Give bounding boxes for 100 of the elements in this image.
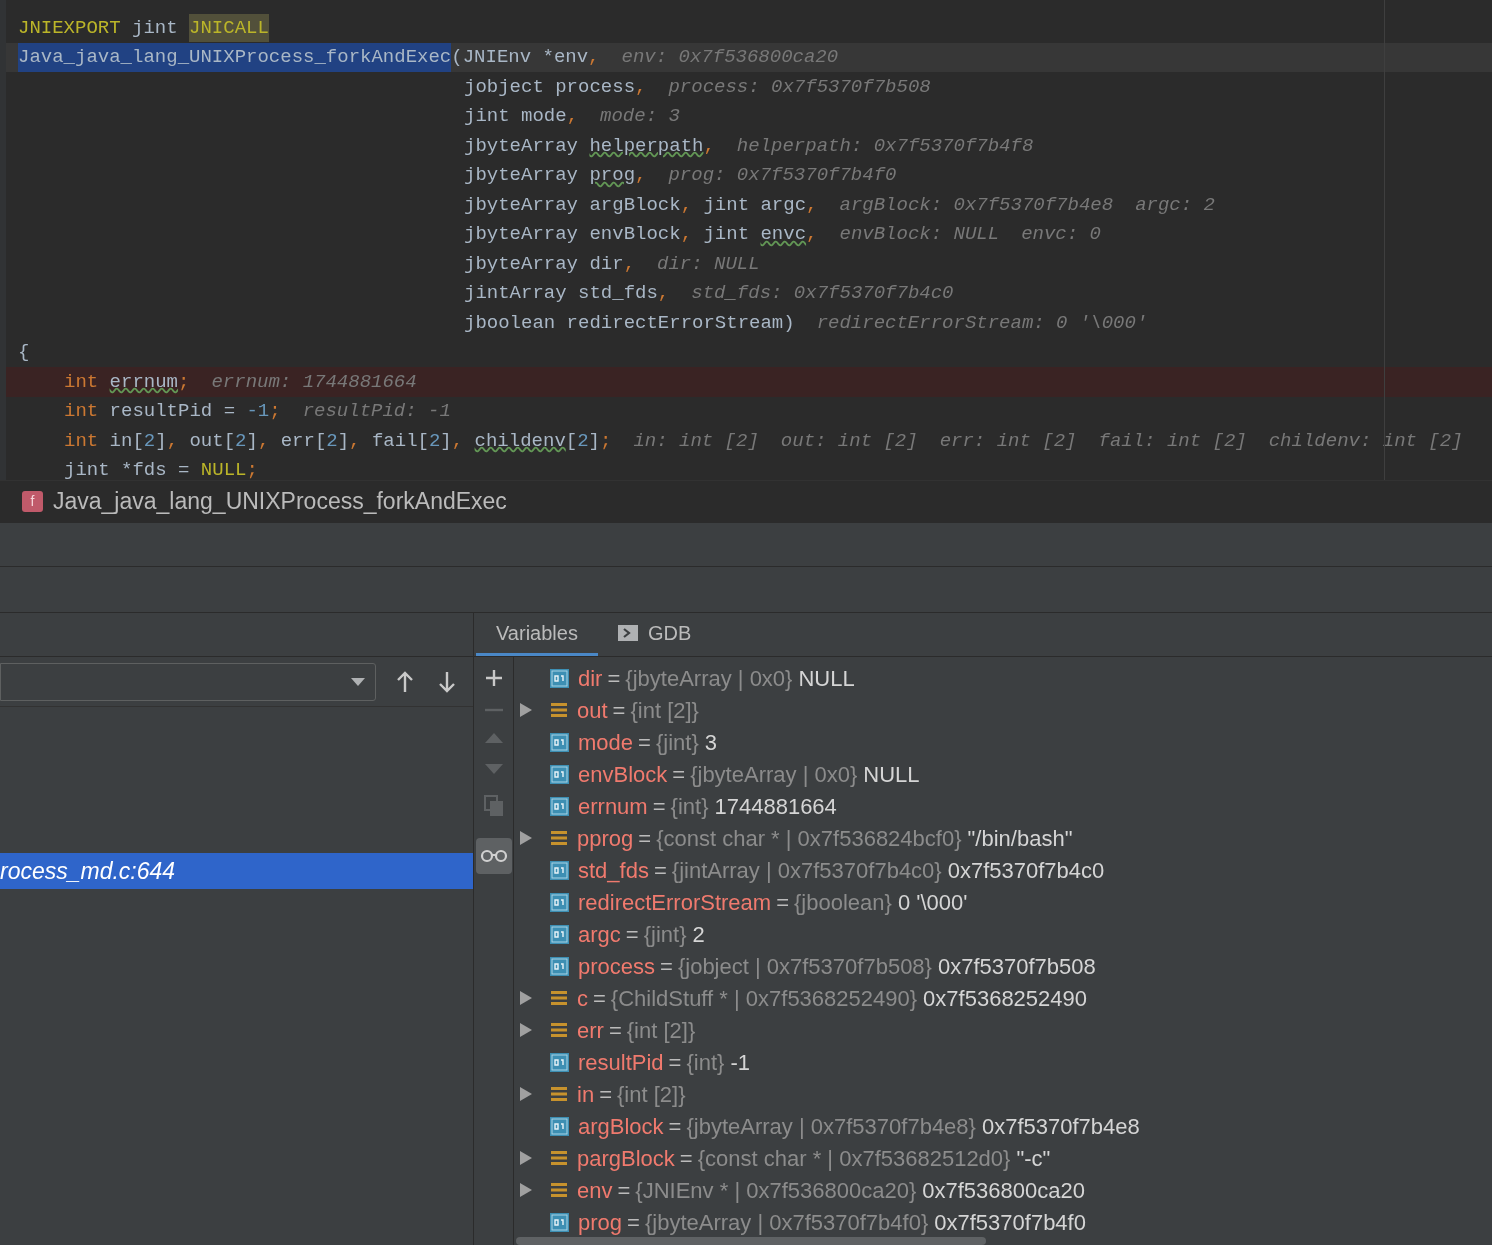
number-literal: 2 <box>326 428 338 454</box>
variable-type: {jbyteArray | 0x0} <box>690 760 858 789</box>
primitive-icon <box>550 796 569 816</box>
arrow-up-icon[interactable] <box>396 670 414 693</box>
arrow-down-icon[interactable] <box>438 670 456 693</box>
variable-row[interactable]: mode = {jint} 3 <box>514 726 1492 758</box>
variable-type: {ChildStuff * | 0x7f5368252490} <box>610 984 918 1013</box>
variable-row[interactable]: argBlock = {jbyteArray | 0x7f5370f7b4e8} 0x7f5370f7b4e8 <box>514 1110 1492 1142</box>
variable-value: 2 <box>692 920 705 949</box>
variable-row[interactable]: out = {int [2]} <box>514 694 1492 726</box>
variable-row[interactable]: resultPid = {int} -1 <box>514 1046 1492 1078</box>
macro-token: JNIEXPORT <box>18 15 121 41</box>
macro-token: JNICALL <box>189 13 269 42</box>
code-token: jbyteArray argBlock <box>464 192 681 218</box>
watches-toggle[interactable] <box>475 838 512 874</box>
inline-value-hint: argBlock: 0x7f5370f7b4e8 <box>839 192 1114 218</box>
expand-arrow-icon[interactable] <box>520 831 532 845</box>
equals-sign: = <box>638 728 651 757</box>
list-icon <box>550 1149 568 1167</box>
variable-value: "-c" <box>1016 1144 1051 1173</box>
scrollbar[interactable] <box>516 1237 986 1245</box>
code-token: *fds = <box>121 458 191 480</box>
expand-arrow-icon[interactable] <box>520 1087 532 1101</box>
keyword: int <box>64 428 100 454</box>
function-badge: f <box>22 491 43 512</box>
code-token: jbyteArray envBlock <box>464 222 681 247</box>
variable-type: {jintArray | 0x7f5370f7b4c0} <box>671 856 942 885</box>
number-literal: 2 <box>428 428 441 454</box>
primitive-icon <box>550 956 569 976</box>
variable-row[interactable]: argc = {jint} 2 <box>514 918 1492 950</box>
variable-value: 0 '\000' <box>897 888 968 917</box>
punctuation: , <box>588 45 600 70</box>
variable-row[interactable]: pargBlock = {const char * | 0x7f53682512d0} "-c" <box>514 1142 1492 1174</box>
variable-row[interactable]: prog = {jbyteArray | 0x7f5370f7b4f0} 0x7f5370f7b4f0 <box>514 1206 1492 1238</box>
code-token: ] <box>155 428 167 454</box>
expand-arrow-icon[interactable] <box>520 1023 532 1037</box>
variable-row[interactable]: envBlock = {jbyteArray | 0x0} NULL <box>514 758 1492 790</box>
code-token: jboolean redirectErrorStream) <box>464 310 795 336</box>
code-token: (JNIEnv *env <box>451 45 589 70</box>
punctuation: , <box>635 163 647 188</box>
keyword: int <box>64 369 100 395</box>
keyword: int <box>64 399 100 424</box>
panel-tab[interactable]: GDB <box>597 612 712 656</box>
variable-row[interactable]: process = {jobject | 0x7f5370f7b508} 0x7f5370f7b508 <box>514 950 1492 982</box>
variable-row[interactable]: c = {ChildStuff * | 0x7f5368252490} 0x7f5368252490 <box>514 982 1492 1014</box>
panel-tab[interactable]: Variables <box>476 612 598 656</box>
variable-value: 3 <box>704 728 717 757</box>
variable-row[interactable]: pprog = {const char * | 0x7f536824bcf0} "/bin/bash" <box>514 822 1492 854</box>
variable-row[interactable]: env = {JNIEnv * | 0x7f536800ca20} 0x7f536800ca20 <box>514 1174 1492 1206</box>
code-token: jbyteArray <box>464 163 580 188</box>
variable-row[interactable]: redirectErrorStream = {jboolean} 0 '\000' <box>514 886 1492 918</box>
punctuation: ; <box>600 428 612 454</box>
punctuation: , <box>657 281 670 306</box>
variable-row[interactable]: err = {int [2]} <box>514 1014 1492 1046</box>
variable-name: out <box>577 696 608 725</box>
variable-type: {const char * | 0x7f536824bcf0} <box>656 824 962 853</box>
code-token: childenv <box>474 428 566 454</box>
variable-type: {jbyteArray | 0x7f5370f7b4e8} <box>686 1112 976 1141</box>
expand-arrow-icon[interactable] <box>520 703 532 717</box>
variable-name: resultPid <box>578 1048 664 1077</box>
code-token: ] <box>246 428 258 454</box>
inline-value-hint: err: int [2] <box>939 428 1077 454</box>
variable-type: {jint} <box>655 728 699 757</box>
variable-type: {jint} <box>643 920 687 949</box>
glasses-icon <box>479 849 508 863</box>
punctuation: , <box>166 428 180 454</box>
variable-type: {jbyteArray | 0x7f5370f7b4f0} <box>644 1208 929 1237</box>
variable-value: 0x7f5370f7b4e8 <box>981 1112 1140 1141</box>
equals-sign: = <box>617 1176 631 1205</box>
breadcrumb-item[interactable]: Java_java_lang_UNIXProcess_forkAndExec <box>53 484 507 519</box>
variable-row[interactable]: std_fds = {jintArray | 0x7f5370f7b4c0} 0x7f5370f7b4c0 <box>514 854 1492 886</box>
punctuation: , <box>635 74 647 100</box>
inline-value-hint: argc: 2 <box>1135 192 1215 218</box>
code-token: { <box>18 340 30 365</box>
expand-arrow-icon[interactable] <box>520 1183 532 1197</box>
variable-value: 0x7f5370f7b508 <box>937 952 1096 981</box>
expand-arrow-icon[interactable] <box>520 991 532 1005</box>
list-icon <box>550 829 568 847</box>
variable-type: {const char * | 0x7f53682512d0} <box>697 1144 1011 1173</box>
variable-type: {jbyteArray | 0x0} <box>625 664 793 693</box>
code-token: jbyteArray <box>464 133 580 159</box>
code-token: resultPid = <box>109 399 237 424</box>
variable-row[interactable]: errnum = {int} 1744881664 <box>514 790 1492 822</box>
expand-arrow-icon[interactable] <box>520 1151 532 1165</box>
variable-value: -1 <box>730 1048 750 1077</box>
stack-frame[interactable]: rocess_md.c:644 <box>0 853 473 889</box>
variable-name: envBlock <box>578 760 668 789</box>
plus-icon[interactable] <box>484 669 503 687</box>
variable-name: mode <box>578 728 634 757</box>
dropdown-icon <box>351 677 365 686</box>
equals-sign: = <box>660 952 673 981</box>
variable-type: {jobject | 0x7f5370f7b508} <box>677 952 932 981</box>
inline-value-hint: in: int [2] <box>633 428 759 454</box>
variable-row[interactable]: dir = {jbyteArray | 0x0} NULL <box>514 662 1492 694</box>
variable-name: pargBlock <box>577 1144 675 1173</box>
equals-sign: = <box>608 1016 622 1045</box>
variable-row[interactable]: in = {int [2]} <box>514 1078 1492 1110</box>
variable-value: 0x7f536800ca20 <box>922 1176 1085 1205</box>
equals-sign: = <box>776 888 789 917</box>
punctuation: , <box>806 192 818 218</box>
